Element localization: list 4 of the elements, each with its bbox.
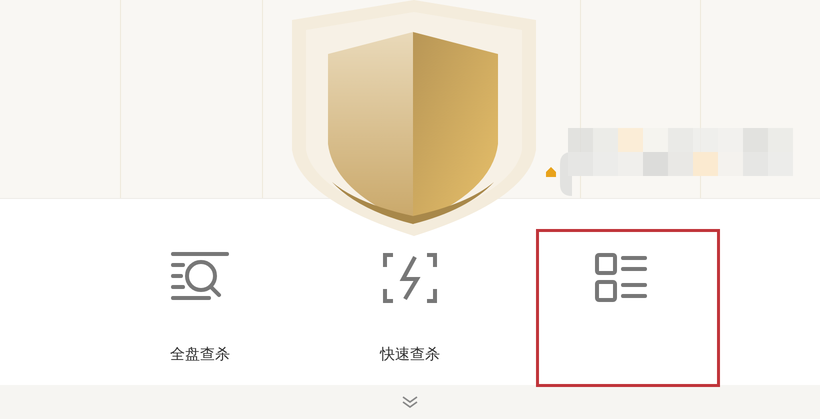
double-chevron-down-icon[interactable] [401, 395, 419, 409]
scan-mode-label[interactable]: 快速查杀 [380, 345, 440, 364]
scan-mode-label[interactable]: 全盘查杀 [170, 345, 230, 364]
shield-icon [328, 32, 498, 224]
